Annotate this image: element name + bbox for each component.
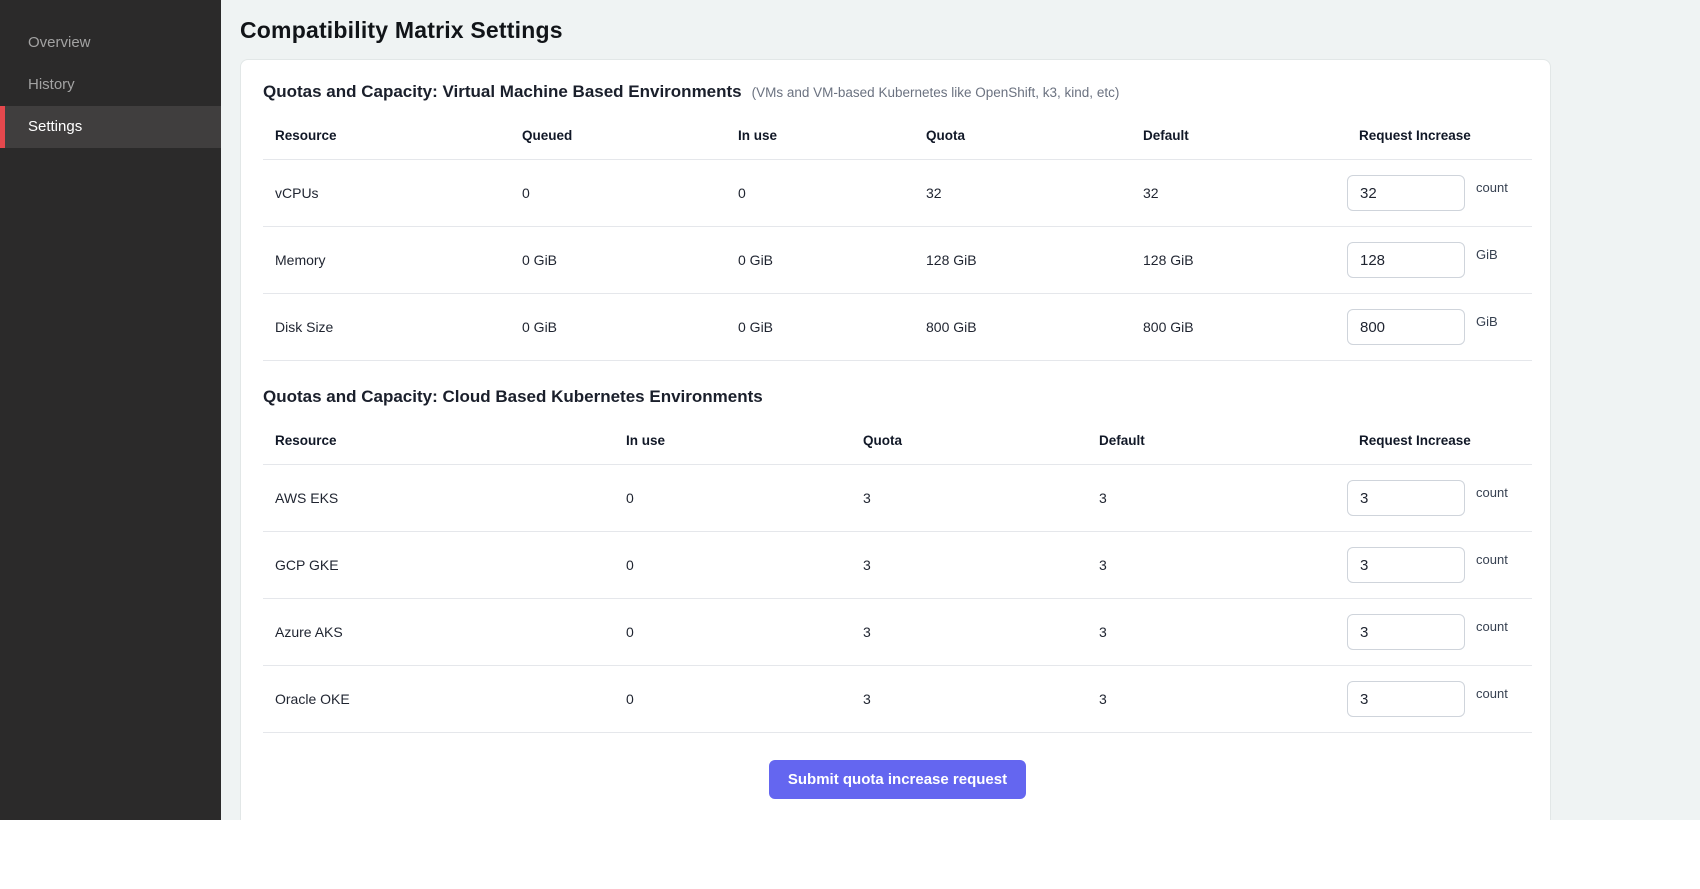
default-value: 3 [1087,490,1347,506]
unit-label: count [1476,686,1508,701]
column-header-quota: Quota [914,128,1131,143]
resource-name: vCPUs [263,185,510,201]
table-row-aws-eks: AWS EKS 0 3 3 count [263,465,1532,532]
column-header-in-use: In use [726,128,914,143]
vm-section-subtitle: (VMs and VM-based Kubernetes like OpenSh… [752,85,1120,100]
table-row-oracle-oke: Oracle OKE 0 3 3 count [263,666,1532,733]
default-value: 800 GiB [1131,319,1347,335]
vm-quota-table: Resource Queued In use Quota Default Req… [263,114,1532,361]
unit-label: count [1476,552,1508,567]
unit-label: count [1476,619,1508,634]
column-header-request-increase: Request Increase [1347,128,1532,143]
unit-label: GiB [1476,247,1498,262]
resource-name: Disk Size [263,319,510,335]
quota-value: 32 [914,185,1131,201]
table-row-disk-size: Disk Size 0 GiB 0 GiB 800 GiB 800 GiB Gi… [263,294,1532,361]
oracle-oke-request-increase-input[interactable] [1347,681,1465,717]
sidebar: Overview History Settings [0,0,221,820]
column-header-request-increase: Request Increase [1347,433,1532,448]
in-use-value: 0 [614,624,851,640]
cloud-quota-table: Resource In use Quota Default Request In… [263,419,1532,733]
sidebar-item-settings[interactable]: Settings [0,106,221,148]
table-row-azure-aks: Azure AKS 0 3 3 count [263,599,1532,666]
quota-value: 3 [851,691,1087,707]
main-content: Compatibility Matrix Settings Quotas and… [221,0,1700,820]
aws-eks-request-increase-input[interactable] [1347,480,1465,516]
sidebar-item-overview[interactable]: Overview [0,22,221,64]
memory-request-increase-input[interactable] [1347,242,1465,278]
vcpus-request-increase-input[interactable] [1347,175,1465,211]
default-value: 32 [1131,185,1347,201]
column-header-in-use: In use [614,433,851,448]
column-header-default: Default [1087,433,1347,448]
default-value: 3 [1087,691,1347,707]
quota-value: 800 GiB [914,319,1131,335]
default-value: 3 [1087,624,1347,640]
default-value: 128 GiB [1131,252,1347,268]
quota-settings-card: Quotas and Capacity: Virtual Machine Bas… [240,59,1551,820]
table-row-gcp-gke: GCP GKE 0 3 3 count [263,532,1532,599]
queued-value: 0 [510,185,726,201]
cloud-section-header: Quotas and Capacity: Cloud Based Kuberne… [263,387,1532,407]
unit-label: count [1476,180,1508,195]
sidebar-item-history[interactable]: History [0,64,221,106]
default-value: 3 [1087,557,1347,573]
resource-name: Azure AKS [263,624,614,640]
submit-row: Submit quota increase request [263,760,1532,799]
column-header-quota: Quota [851,433,1087,448]
submit-quota-increase-button[interactable]: Submit quota increase request [769,760,1026,799]
quota-value: 3 [851,557,1087,573]
unit-label: GiB [1476,314,1498,329]
column-header-default: Default [1131,128,1347,143]
table-row-memory: Memory 0 GiB 0 GiB 128 GiB 128 GiB GiB [263,227,1532,294]
resource-name: AWS EKS [263,490,614,506]
in-use-value: 0 [614,691,851,707]
disk-size-request-increase-input[interactable] [1347,309,1465,345]
sidebar-nav: Overview History Settings [0,22,221,148]
cloud-table-header-row: Resource In use Quota Default Request In… [263,419,1532,465]
app-container: Overview History Settings Compatibility … [0,0,1700,820]
resource-name: Memory [263,252,510,268]
unit-label: count [1476,485,1508,500]
in-use-value: 0 [614,557,851,573]
vm-section-title: Quotas and Capacity: Virtual Machine Bas… [263,82,742,102]
resource-name: GCP GKE [263,557,614,573]
table-row-vcpus: vCPUs 0 0 32 32 count [263,160,1532,227]
column-header-resource: Resource [263,128,510,143]
gcp-gke-request-increase-input[interactable] [1347,547,1465,583]
in-use-value: 0 GiB [726,252,914,268]
queued-value: 0 GiB [510,319,726,335]
in-use-value: 0 [614,490,851,506]
in-use-value: 0 GiB [726,319,914,335]
quota-value: 128 GiB [914,252,1131,268]
quota-value: 3 [851,624,1087,640]
queued-value: 0 GiB [510,252,726,268]
column-header-queued: Queued [510,128,726,143]
azure-aks-request-increase-input[interactable] [1347,614,1465,650]
resource-name: Oracle OKE [263,691,614,707]
vm-table-header-row: Resource Queued In use Quota Default Req… [263,114,1532,160]
cloud-section-title: Quotas and Capacity: Cloud Based Kuberne… [263,387,763,407]
vm-section-header: Quotas and Capacity: Virtual Machine Bas… [263,82,1532,102]
page-title: Compatibility Matrix Settings [240,17,1700,44]
quota-value: 3 [851,490,1087,506]
column-header-resource: Resource [263,433,614,448]
in-use-value: 0 [726,185,914,201]
